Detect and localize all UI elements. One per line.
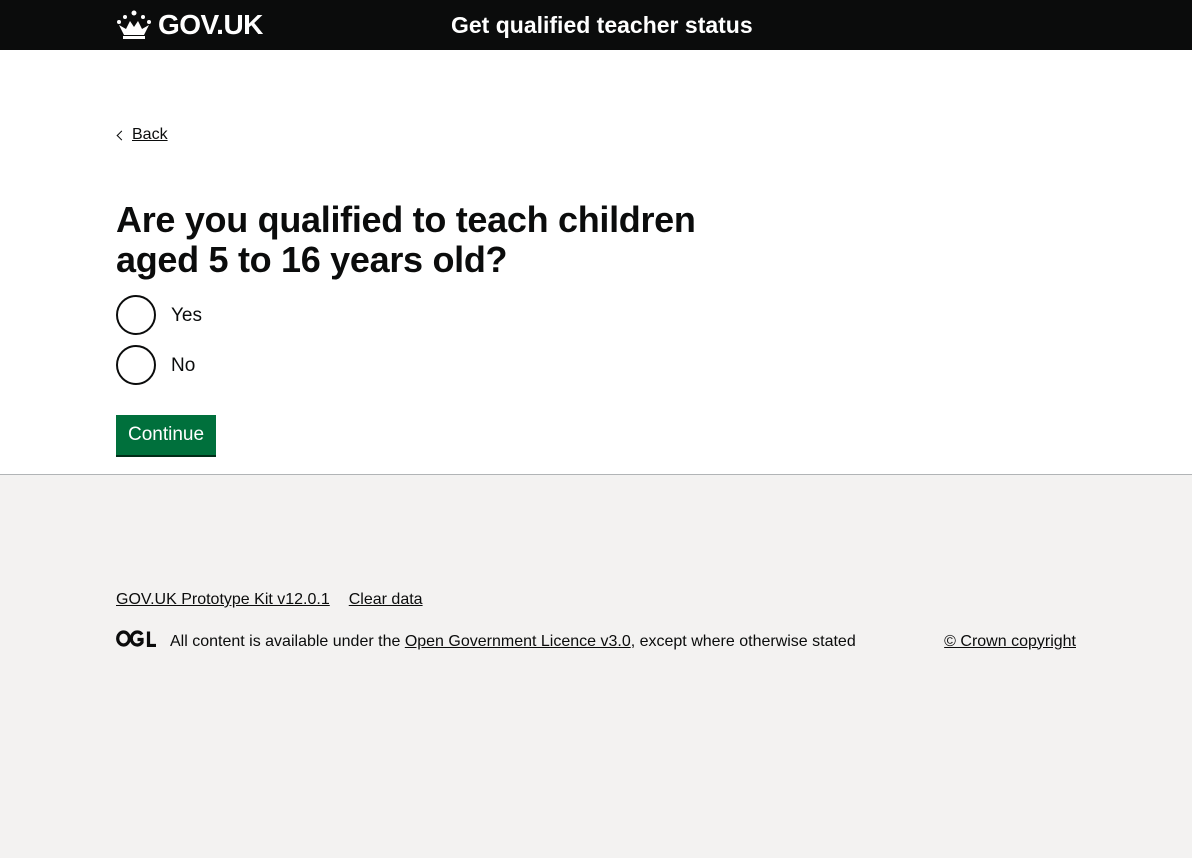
footer-links: GOV.UK Prototype Kit v12.0.1 Clear data — [116, 590, 442, 610]
back-link-container: Back — [116, 125, 168, 145]
page-title: Are you qualified to teach children aged… — [116, 199, 696, 280]
radio-option-no[interactable]: No — [116, 345, 202, 385]
open-government-licence-link[interactable]: Open Government Licence v3.0 — [405, 633, 631, 650]
licence-suffix: , except where otherwise stated — [630, 632, 856, 650]
service-name-link[interactable]: Get qualified teacher status — [451, 10, 753, 40]
header-container: GOV.UK Get qualified teacher status — [116, 0, 1076, 50]
radio-input-no[interactable] — [116, 345, 156, 385]
radio-group: Yes No — [116, 295, 202, 395]
logo-text: GOV.UK — [158, 9, 263, 40]
continue-button[interactable]: Continue — [116, 415, 217, 455]
crown-icon — [116, 10, 152, 40]
radio-option-yes[interactable]: Yes — [116, 295, 202, 335]
prototype-kit-link[interactable]: GOV.UK Prototype Kit v12.0.1 — [116, 590, 330, 610]
licence-row: All content is available under the Open … — [116, 630, 1076, 653]
govuk-logo-link[interactable]: GOV.UK — [116, 9, 263, 41]
chevron-left-icon — [116, 130, 127, 140]
main-content: Back Are you qualified to teach children… — [0, 50, 1192, 475]
ogl-logo-icon — [116, 630, 157, 653]
site-footer: GOV.UK Prototype Kit v12.0.1 Clear data … — [0, 474, 1192, 858]
crown-copyright-link[interactable]: © Crown copyright — [944, 632, 1076, 652]
radio-input-yes[interactable] — [116, 295, 156, 335]
back-link[interactable]: Back — [132, 125, 168, 145]
clear-data-link[interactable]: Clear data — [349, 590, 423, 610]
radio-label-yes: Yes — [171, 304, 202, 326]
radio-label-no: No — [171, 354, 196, 376]
site-header: GOV.UK Get qualified teacher status — [0, 0, 1192, 50]
licence-text: All content is available under the Open … — [170, 632, 856, 652]
licence-prefix: All content is available under the — [170, 632, 405, 650]
